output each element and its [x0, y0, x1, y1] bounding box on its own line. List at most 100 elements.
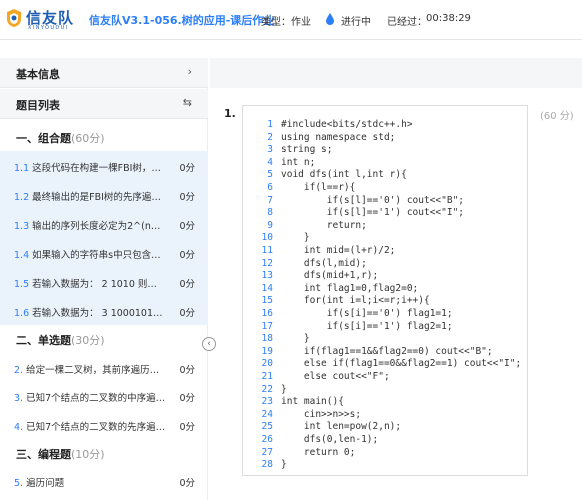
code-text: void dfs(int l,int r){ [281, 169, 407, 181]
code-line: 27 return 0; [243, 447, 527, 459]
code-line: 21 else cout<<"F"; [243, 371, 527, 383]
question-item-1-6[interactable]: 1.6 若输入数据为： 3 10001011 … 0分 [0, 296, 208, 325]
code-line: 22} [243, 384, 527, 396]
code-line: 16 if(s[i]=='0') flag1=1; [243, 308, 527, 320]
code-block: 1 #include<bits/stdc++.h> 2 using namespace… [242, 105, 528, 476]
code-line: 28} [243, 459, 527, 471]
elapsed-label: 已经过： [387, 17, 427, 28]
question-item-1-3[interactable]: 1.3 输出的序列长度必定为2^(n+1… 0分 [0, 209, 208, 238]
question-list-label: 题目列表 [16, 99, 60, 112]
code-line: 24 cin>>n>>s; [243, 409, 527, 421]
code-text: cin>>n>>s; [281, 408, 362, 420]
question-text: 遍历问题 [23, 478, 65, 489]
code-line: 12 dfs(l,mid); [243, 258, 527, 270]
line-number: 12 [261, 257, 273, 269]
code-text: else if(flag1==0&&flag2==1) cout<<"I"; [281, 358, 522, 370]
question-item-5[interactable]: 5. 遍历问题 0分 [0, 466, 208, 495]
question-number: 1.6 [14, 308, 30, 319]
question-text: 最终输出的是FBI树的先序遍历… [29, 192, 166, 203]
question-points: 0分 [179, 478, 195, 489]
question-points: 0分 [179, 365, 195, 376]
line-number: 16 [261, 308, 273, 319]
code-text: int n; [281, 156, 316, 168]
code-line: 20 else if(flag1==0&&flag2==1) cout<<"I"… [243, 358, 527, 370]
code-text: #include<bits/stdc++.h> [281, 119, 413, 130]
code-text: int main(){ [281, 396, 344, 408]
section-single-choice: 二、单选题(30分) [0, 324, 208, 354]
code-line: 2 using namespace std; [243, 132, 527, 144]
question-text: 已知7个结点的二叉数的中序遍… [23, 393, 166, 404]
code-line: 23 int main(){ [243, 396, 527, 408]
section-combo: 一、组合题(60分) [0, 122, 208, 152]
code-line: 13 dfs(mid+1,r); [243, 270, 527, 282]
question-text: 已知7个结点的二叉数的先序遍… [23, 422, 166, 433]
line-number: 1 [267, 119, 273, 130]
line-number: 21 [261, 371, 273, 382]
question-number: 1.5 [14, 279, 30, 290]
code-text: if(s[l]=='1') cout<<"I"; [281, 207, 465, 219]
elapsed-time: 00:38:29 [426, 13, 471, 24]
sidebar: 基本信息 › 题目列表 ⇆ 一、组合题(60分) 1.1 这段代码在构建一棵FB… [0, 58, 208, 500]
code-line: 8 if(s[l]=='1') cout<<"I"; [243, 207, 527, 219]
code-text: } [281, 333, 310, 345]
question-points: 0分 [179, 308, 195, 319]
question-points: 0分 [179, 279, 195, 290]
line-number: 9 [267, 219, 273, 231]
section-score: (30分) [71, 334, 105, 347]
code-text: dfs(0,len-1); [281, 434, 379, 445]
line-number: 27 [261, 446, 273, 458]
code-text: if(s[l]=='0') cout<<"B"; [281, 194, 465, 206]
swap-icon[interactable]: ⇆ [183, 96, 192, 109]
question-index: 1. [224, 107, 236, 120]
line-number: 19 [261, 345, 273, 357]
code-line: 1 #include<bits/stdc++.h> [243, 119, 527, 131]
code-text: dfs(l,mid); [281, 257, 367, 269]
main-toolbar [210, 58, 582, 88]
question-item-2[interactable]: 2. 给定一棵二叉树，其前序遍历… 0分 [0, 353, 208, 382]
question-item-3[interactable]: 3. 已知7个结点的二叉数的中序遍… 0分 [0, 381, 208, 410]
question-item-1-5[interactable]: 1.5 若输入数据为： 2 1010 则输… 0分 [0, 267, 208, 296]
question-item-1-4[interactable]: 1.4 如果输入的字符串s中只包含0… 0分 [0, 238, 208, 267]
question-number: 4. [14, 422, 24, 433]
collapse-sidebar-button[interactable]: ‹ [202, 337, 216, 351]
line-number: 20 [261, 358, 273, 370]
line-number: 15 [261, 295, 273, 307]
code-line: 7 if(s[l]=='0') cout<<"B"; [243, 195, 527, 207]
code-text: for(int i=l;i<=r;i++){ [281, 295, 430, 307]
question-number: 5. [14, 478, 24, 489]
line-number: 8 [267, 207, 273, 219]
line-number: 10 [261, 232, 273, 244]
question-item-4[interactable]: 4. 已知7个结点的二叉数的先序遍… 0分 [0, 410, 208, 439]
question-points: 0分 [179, 163, 195, 174]
code-text: else cout<<"F"; [281, 371, 390, 382]
code-line: 3 string s; [243, 144, 527, 156]
code-line: 10 } [243, 232, 527, 244]
basic-info-header[interactable]: 基本信息 › [0, 58, 208, 88]
line-number: 7 [267, 194, 273, 206]
code-text: if(flag1==1&&flag2==0) cout<<"B"; [281, 345, 493, 357]
code-line: 4 int n; [243, 157, 527, 169]
question-item-1-2[interactable]: 1.2 最终输出的是FBI树的先序遍历… 0分 [0, 180, 208, 209]
code-text: int flag1=0,flag2=0; [281, 282, 419, 294]
question-number: 1.2 [14, 192, 30, 203]
code-line: 19 if(flag1==1&&flag2==0) cout<<"B"; [243, 346, 527, 358]
question-number: 1.3 [14, 221, 30, 232]
code-text: dfs(mid+1,r); [281, 270, 379, 282]
question-text: 输出的序列长度必定为2^(n+1… [29, 221, 166, 232]
code-text: } [281, 232, 310, 244]
code-text: } [281, 383, 287, 395]
code-line: 15 for(int i=l;i<=r;i++){ [243, 295, 527, 307]
question-list-header[interactable]: 题目列表 ⇆ [0, 89, 208, 119]
line-number: 18 [261, 333, 273, 345]
code-text: return 0; [281, 446, 356, 458]
code-text: return; [281, 219, 367, 231]
code-line: 11 int mid=(l+r)/2; [243, 245, 527, 257]
line-number: 3 [267, 144, 273, 156]
line-number: 23 [261, 396, 273, 408]
top-header: 信友队 XINYOUDUI 信友队V3.1-056.树的应用-课后作业 类型：作… [0, 0, 582, 40]
status-text: 进行中 [341, 17, 371, 28]
section-score: (10分) [71, 448, 105, 461]
app-logo[interactable]: 信友队 XINYOUDUI [4, 6, 84, 34]
question-item-1-1[interactable]: 1.1 这段代码在构建一棵FBI树，它… 0分 [0, 151, 208, 180]
question-score: (60 分) [540, 111, 574, 122]
